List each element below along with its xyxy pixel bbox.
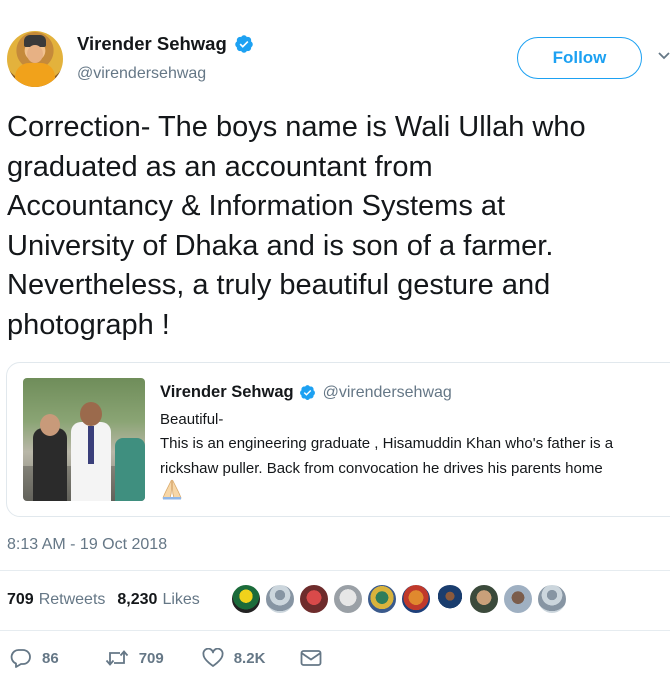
liker-avatar[interactable] (333, 584, 363, 614)
follow-button[interactable]: Follow (517, 37, 642, 79)
retweets-label: Retweets (38, 591, 106, 608)
verified-badge-icon (299, 385, 315, 400)
envelope-icon[interactable] (300, 649, 322, 667)
likes-count: 8,230 (117, 591, 158, 608)
retweets-count: 709 (7, 591, 34, 608)
like-count: 8.2K (233, 649, 266, 667)
divider (0, 630, 670, 631)
likes-label: Likes (162, 591, 200, 608)
tweet-timestamp[interactable]: 8:13 AM - 19 Oct 2018 (7, 536, 167, 554)
liker-avatar[interactable] (265, 584, 295, 614)
folded-hands-emoji-icon (162, 479, 182, 500)
quoted-author-row[interactable]: Virender Sehwag @virendersehwag (160, 383, 452, 402)
liker-avatar[interactable] (503, 584, 533, 614)
author-handle[interactable]: @virendersehwag (77, 65, 206, 83)
retweet-count: 709 (138, 649, 164, 667)
quoted-tweet-photo[interactable] (23, 378, 145, 501)
liker-avatar[interactable] (367, 584, 397, 614)
verified-badge-icon (235, 35, 253, 53)
liker-avatars (231, 584, 571, 614)
engagement-stats: 709 Retweets 8,230 Likes (7, 591, 200, 609)
quoted-tweet-text: Beautiful- This is an engineering gradua… (160, 411, 614, 477)
divider (0, 570, 670, 571)
chevron-down-icon[interactable] (658, 50, 670, 62)
liker-avatar[interactable] (469, 584, 499, 614)
liker-avatar[interactable] (299, 584, 329, 614)
liker-avatar[interactable] (231, 584, 261, 614)
liker-avatar[interactable] (401, 584, 431, 614)
direct-message-action[interactable] (300, 649, 332, 667)
retweet-icon[interactable] (105, 648, 129, 668)
liker-avatar[interactable] (537, 584, 567, 614)
quoted-author-handle[interactable]: @virendersehwag (323, 384, 452, 402)
tweet-actions: 86 709 8.2K (7, 648, 332, 668)
reply-action[interactable]: 86 (10, 648, 59, 668)
retweets-stat[interactable]: 709 Retweets (7, 591, 105, 609)
retweet-action[interactable]: 709 (105, 648, 164, 668)
reply-count: 86 (42, 649, 59, 667)
author-name-row[interactable]: Virender Sehwag (77, 33, 254, 55)
quoted-author-name[interactable]: Virender Sehwag (160, 383, 294, 402)
author-avatar[interactable] (7, 31, 63, 87)
author-display-name[interactable]: Virender Sehwag (77, 33, 227, 55)
reply-icon[interactable] (10, 648, 32, 668)
liker-avatar[interactable] (435, 584, 465, 614)
heart-icon[interactable] (202, 648, 224, 668)
likes-stat[interactable]: 8,230 Likes (117, 591, 199, 609)
like-action[interactable]: 8.2K (202, 648, 266, 668)
tweet-text: Correction- The boys name is Wali Ullah … (7, 111, 586, 341)
